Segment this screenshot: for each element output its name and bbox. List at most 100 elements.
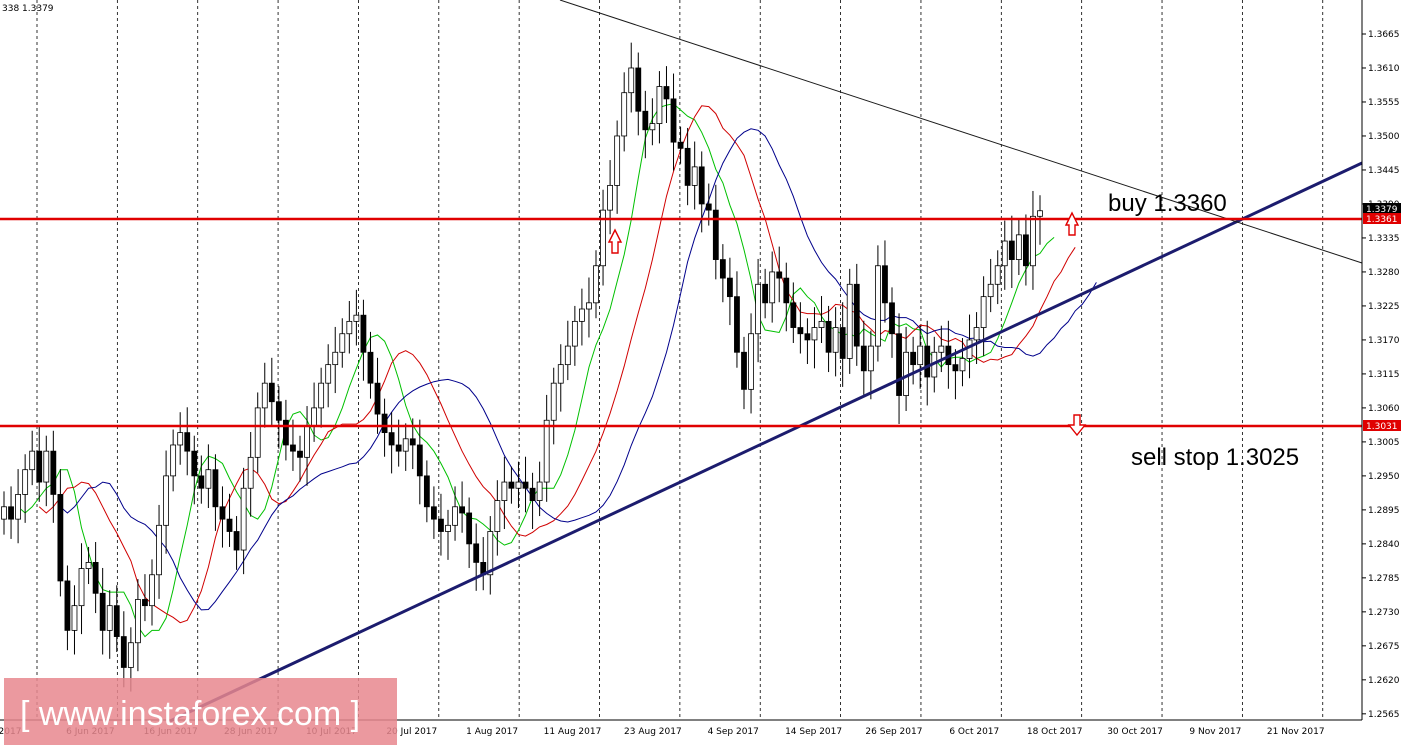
candle-body	[198, 475, 205, 489]
price-axis: 1.36651.36101.35551.35001.34451.33901.33…	[1362, 30, 1400, 720]
candle-body	[191, 450, 198, 477]
candle-body	[381, 413, 388, 434]
candle-body	[156, 524, 162, 576]
candle-body	[670, 98, 677, 143]
candle-body	[896, 333, 902, 396]
candle-body	[529, 487, 536, 502]
candle-body	[769, 271, 776, 304]
candle-body	[790, 302, 797, 328]
price-tick-label: 1.2620	[1368, 676, 1400, 686]
candle-body	[92, 562, 99, 594]
candle-body	[811, 327, 818, 341]
candle-body	[867, 345, 874, 372]
candle-body	[205, 469, 212, 489]
price-tick-label: 1.3610	[1368, 64, 1400, 74]
candle-body	[860, 345, 867, 372]
candle-body	[459, 506, 465, 514]
candle-body	[36, 450, 43, 483]
candle-body	[8, 506, 14, 520]
candle-body	[247, 456, 254, 489]
candle-body	[466, 512, 473, 545]
candle-body	[438, 518, 444, 532]
candle-body	[57, 494, 64, 582]
candle-body	[550, 382, 557, 421]
candle-body	[1001, 240, 1008, 267]
candle-body	[508, 481, 515, 489]
support-price-label: 1.3031	[1366, 422, 1398, 432]
resistance-price-label: 1.3361	[1366, 215, 1398, 225]
candle-body	[776, 271, 783, 279]
candle-body	[924, 345, 931, 378]
candle-body	[127, 642, 134, 668]
candle-body	[1023, 234, 1029, 267]
candle-body	[727, 277, 733, 298]
candle-body	[748, 333, 754, 390]
candle-body	[536, 481, 543, 502]
candle-body	[332, 351, 339, 366]
candle-body	[980, 296, 987, 328]
candle-body	[889, 302, 895, 335]
candle-body	[367, 351, 374, 384]
price-tick-label: 1.3115	[1368, 370, 1400, 380]
candle-body	[240, 487, 247, 551]
candle-body	[762, 283, 769, 304]
price-tick-label: 1.3005	[1368, 438, 1400, 448]
price-tick-label: 1.2840	[1368, 540, 1400, 550]
candle-body	[106, 605, 113, 631]
price-tick-label: 1.3555	[1368, 98, 1400, 108]
candle-body	[113, 605, 120, 637]
candle-body	[261, 382, 268, 409]
candle-body	[409, 438, 416, 446]
price-tick-label: 1.3225	[1368, 302, 1400, 312]
candle-body	[698, 166, 705, 205]
candle-body	[882, 265, 888, 304]
candle-body	[691, 166, 698, 186]
candle-body	[374, 382, 381, 415]
candle-body	[85, 562, 92, 569]
candle-body	[219, 506, 226, 520]
candle-body	[579, 308, 585, 322]
candle-body	[1030, 215, 1036, 267]
candle-body	[987, 283, 994, 298]
candle-body	[163, 475, 169, 526]
candle-body	[212, 469, 219, 508]
price-tick-label: 1.3665	[1368, 30, 1400, 40]
candle-body	[177, 432, 184, 446]
candle-body	[846, 283, 853, 359]
candle-body	[360, 314, 367, 353]
candle-body	[325, 364, 332, 384]
date-tick-label: 4 Sep 2017	[708, 727, 759, 737]
candle-body	[501, 481, 508, 502]
candle-body	[656, 86, 663, 125]
candle-body	[557, 364, 564, 384]
candle-body	[78, 568, 85, 607]
date-tick-label: 23 Aug 2017	[624, 727, 682, 737]
price-tick-label: 1.3500	[1368, 132, 1400, 142]
price-tick-label: 1.3170	[1368, 336, 1400, 346]
candle-body	[649, 123, 656, 131]
candle-body	[719, 259, 726, 279]
candle-body	[853, 283, 860, 347]
candle-body	[388, 432, 395, 446]
candle-body	[71, 605, 78, 631]
candle-body	[734, 296, 740, 353]
candle-body	[621, 92, 628, 137]
candle-body	[628, 67, 635, 94]
price-chart[interactable]: buy 1.3360 sell stop 1.3025 1.3665 1.3610…	[0, 0, 1403, 747]
candle-body	[994, 265, 1001, 285]
candle-body	[318, 382, 325, 409]
candle-body	[839, 327, 846, 359]
candle-body	[15, 494, 21, 520]
candle-body	[254, 407, 261, 458]
candle-body	[515, 481, 522, 489]
candle-body	[416, 444, 423, 477]
price-tick-label: 1.3060	[1368, 404, 1400, 414]
sell-annotation: sell stop 1.3025	[1131, 444, 1299, 471]
price-tick-label: 1.2730	[1368, 608, 1400, 618]
candle-body	[705, 203, 712, 211]
date-tick-label: 9 Nov 2017	[1189, 727, 1241, 737]
candle-body	[99, 592, 106, 631]
date-tick-label: 11 Aug 2017	[544, 727, 602, 737]
candle-body	[571, 320, 578, 347]
candle-body	[346, 320, 353, 335]
